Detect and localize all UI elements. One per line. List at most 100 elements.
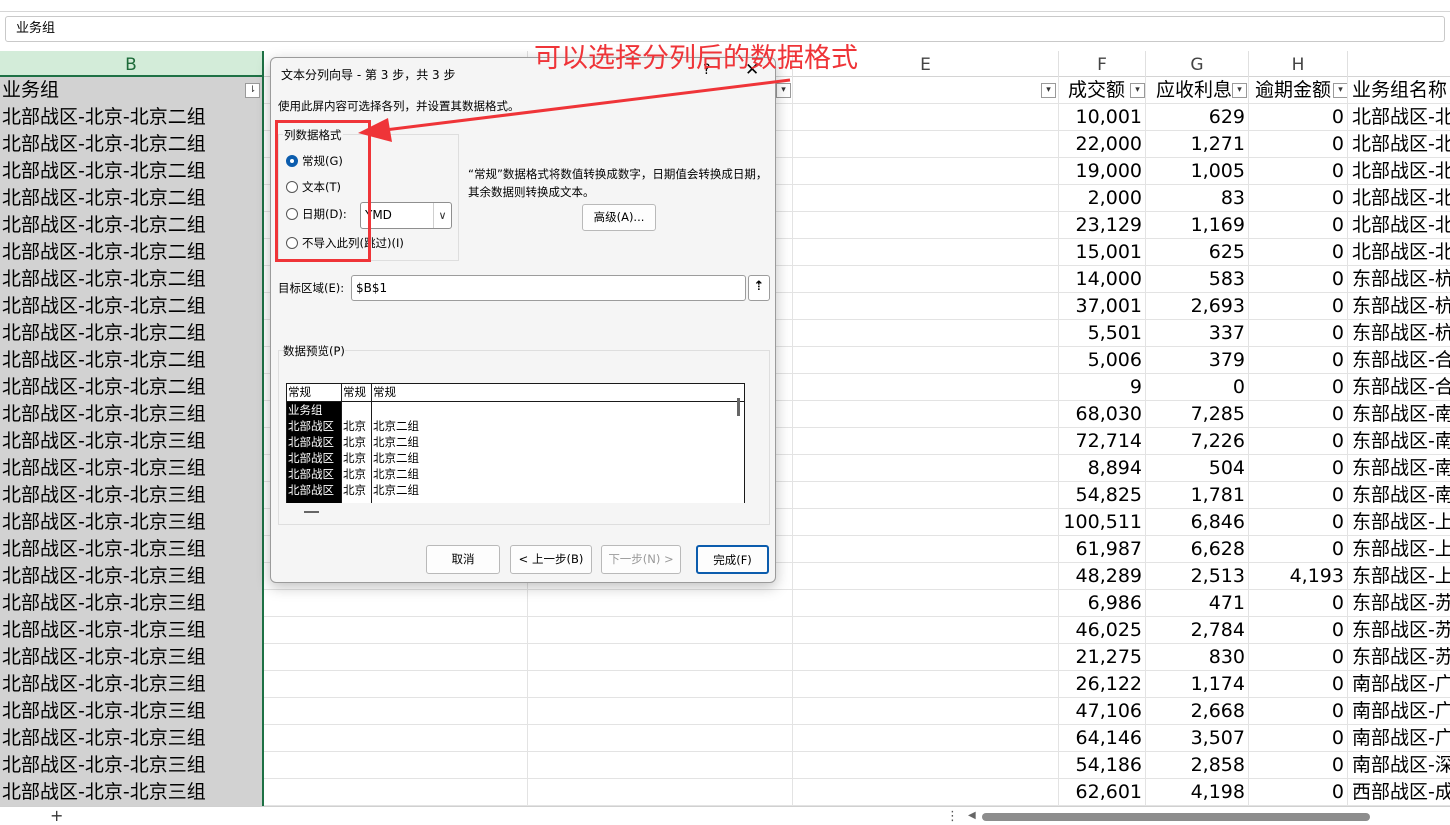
cell-e[interactable] [793,266,1059,293]
data-preview-table[interactable]: 常规 常规 常规 业务组 北部战区 北部战区 北部战区 北部战区 北部战区 北京 北京 北京 北京… [286,383,745,503]
filter-sort-icon[interactable]: ⇂ [245,83,260,98]
cell-g[interactable]: 83 [1146,185,1249,212]
cell-f[interactable]: 15,001 [1059,239,1146,266]
cell-e[interactable] [793,185,1059,212]
cell-h[interactable]: 0 [1249,698,1348,725]
scroll-left-icon[interactable]: ◀ [968,810,976,821]
cell-b[interactable]: 北部战区-北京-北京三组 [0,617,263,644]
cell-g[interactable]: 830 [1146,644,1249,671]
cell-g[interactable]: 625 [1146,239,1249,266]
cell-b[interactable]: 北部战区-北京-北京二组 [0,266,263,293]
cell-g[interactable]: 2,668 [1146,698,1249,725]
header-cell-b[interactable]: 业务组 ⇂ [0,77,263,104]
cell-h[interactable]: 0 [1249,374,1348,401]
header-cell-i[interactable]: 业务组名称 [1348,77,1450,104]
cell-i[interactable]: 东部战区-南 [1348,455,1450,482]
cell-i[interactable]: 东部战区-杭 [1348,293,1450,320]
filter-dropdown-icon[interactable]: ▾ [1333,83,1347,98]
cell-d[interactable] [528,698,793,725]
cell-e[interactable] [793,131,1059,158]
cell-h[interactable]: 0 [1249,509,1348,536]
cell-g[interactable]: 7,285 [1146,401,1249,428]
cell-g[interactable]: 6,846 [1146,509,1249,536]
cell-f[interactable]: 26,122 [1059,671,1146,698]
cell-g[interactable]: 1,271 [1146,131,1249,158]
cell-h[interactable]: 0 [1249,347,1348,374]
cell-b[interactable]: 北部战区-北京-北京二组 [0,293,263,320]
cell-e[interactable] [793,752,1059,779]
cell-h[interactable]: 0 [1249,266,1348,293]
cell-h[interactable]: 0 [1249,185,1348,212]
cell-b[interactable]: 北部战区-北京-北京三组 [0,698,263,725]
cell-e[interactable] [793,698,1059,725]
cell-f[interactable]: 100,511 [1059,509,1146,536]
cell-b[interactable]: 北部战区-北京-北京三组 [0,590,263,617]
cell-i[interactable]: 东部战区-南 [1348,401,1450,428]
cell-b[interactable]: 北部战区-北京-北京三组 [0,455,263,482]
cell-i[interactable]: 东部战区-杭 [1348,266,1450,293]
preview-col-format[interactable]: 常规 [343,385,366,400]
finish-button[interactable]: 完成(F) [696,545,769,574]
cell-e[interactable] [793,671,1059,698]
cell-h[interactable]: 0 [1249,779,1348,806]
cell-e[interactable] [793,104,1059,131]
cell-g[interactable]: 2,784 [1146,617,1249,644]
cell-f[interactable]: 22,000 [1059,131,1146,158]
cell-f[interactable]: 61,987 [1059,536,1146,563]
cell-c[interactable] [263,671,528,698]
cell-i[interactable]: 北部战区-北 [1348,239,1450,266]
add-sheet-button[interactable]: + [50,808,63,824]
cell-i[interactable]: 北部战区-北 [1348,212,1450,239]
cell-g[interactable]: 2,858 [1146,752,1249,779]
cell-h[interactable]: 0 [1249,725,1348,752]
cell-b[interactable]: 北部战区-北京-北京三组 [0,482,263,509]
cell-d[interactable] [528,644,793,671]
cell-c[interactable] [263,644,528,671]
cell-i[interactable]: 东部战区-南 [1348,482,1450,509]
cell-f[interactable]: 37,001 [1059,293,1146,320]
cell-h[interactable]: 0 [1249,455,1348,482]
cell-b[interactable]: 北部战区-北京-北京三组 [0,401,263,428]
preview-col-format[interactable]: 常规 [373,385,396,400]
preview-horizontal-scrollbar[interactable] [304,511,319,513]
cell-e[interactable] [793,428,1059,455]
cell-f[interactable]: 9 [1059,374,1146,401]
column-header-h[interactable]: H [1249,51,1348,77]
cell-h[interactable]: 0 [1249,131,1348,158]
cell-i[interactable]: 东部战区-上 [1348,536,1450,563]
cell-b[interactable]: 北部战区-北京-北京三组 [0,644,263,671]
cell-b[interactable]: 北部战区-北京-北京二组 [0,239,263,266]
cell-f[interactable]: 19,000 [1059,158,1146,185]
cell-i[interactable]: 东部战区-苏 [1348,644,1450,671]
cell-g[interactable]: 379 [1146,347,1249,374]
cell-g[interactable]: 1,781 [1146,482,1249,509]
next-button[interactable]: 下一步(N) > [601,545,681,574]
preview-col-format[interactable]: 常规 [288,385,311,400]
cell-g[interactable]: 1,174 [1146,671,1249,698]
cell-b[interactable]: 北部战区-北京-北京三组 [0,725,263,752]
cell-b[interactable]: 北部战区-北京-北京二组 [0,131,263,158]
cell-e[interactable] [793,644,1059,671]
cell-g[interactable]: 3,507 [1146,725,1249,752]
cell-f[interactable]: 23,129 [1059,212,1146,239]
cell-g[interactable]: 1,005 [1146,158,1249,185]
cell-c[interactable] [263,617,528,644]
cell-g[interactable]: 2,693 [1146,293,1249,320]
cell-h[interactable]: 0 [1249,590,1348,617]
cell-f[interactable]: 64,146 [1059,725,1146,752]
cell-g[interactable]: 471 [1146,590,1249,617]
cell-f[interactable]: 48,289 [1059,563,1146,590]
cell-e[interactable] [793,374,1059,401]
cell-h[interactable]: 0 [1249,212,1348,239]
cell-h[interactable]: 0 [1249,536,1348,563]
cell-h[interactable]: 0 [1249,482,1348,509]
cell-e[interactable] [793,536,1059,563]
filter-dropdown-icon[interactable]: ▾ [776,83,791,98]
cell-i[interactable]: 东部战区-上 [1348,509,1450,536]
cell-f[interactable]: 21,275 [1059,644,1146,671]
horizontal-scrollbar[interactable] [982,813,1370,821]
cell-h[interactable]: 0 [1249,644,1348,671]
cell-b[interactable]: 北部战区-北京-北京三组 [0,536,263,563]
cell-i[interactable]: 南部战区-广 [1348,725,1450,752]
cell-e[interactable] [793,320,1059,347]
